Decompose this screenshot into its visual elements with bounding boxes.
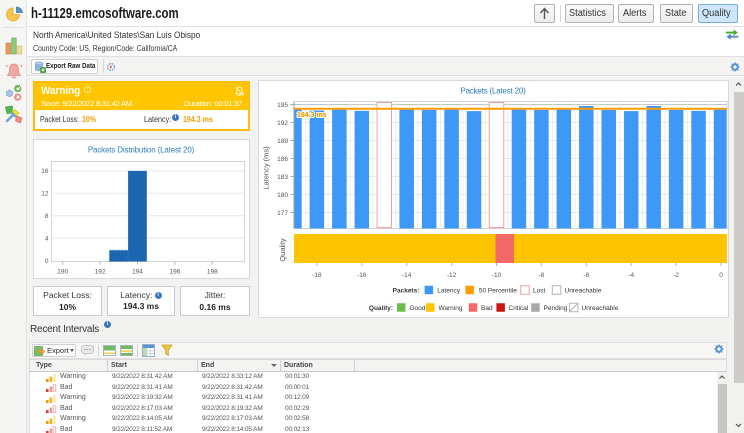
svg-text:-6: -6 <box>583 272 589 279</box>
svg-text:194.3 ms: 194.3 ms <box>297 112 327 119</box>
svg-text:192: 192 <box>95 269 106 276</box>
svg-text:-14: -14 <box>402 272 412 279</box>
svg-text:-10: -10 <box>492 272 502 279</box>
svg-text:194: 194 <box>132 269 143 276</box>
svg-text:198: 198 <box>207 269 218 276</box>
svg-text:196: 196 <box>169 269 180 276</box>
svg-text:183: 183 <box>277 174 288 181</box>
svg-text:Critical: Critical <box>509 305 529 312</box>
svg-text:-16: -16 <box>357 272 367 279</box>
svg-text:Warning: Warning <box>439 305 463 312</box>
svg-text:Latency: Latency <box>437 287 461 294</box>
svg-text:186: 186 <box>277 156 288 163</box>
svg-text:16: 16 <box>41 168 49 175</box>
svg-text:4: 4 <box>45 235 49 242</box>
svg-text:177: 177 <box>277 210 288 217</box>
svg-text:Pending: Pending <box>544 305 568 312</box>
svg-text:180: 180 <box>277 192 288 199</box>
svg-text:Lost: Lost <box>533 287 545 294</box>
svg-text:190: 190 <box>57 269 68 276</box>
svg-text:-12: -12 <box>447 272 457 279</box>
svg-text:Packets Distribution (Latest 2: Packets Distribution (Latest 20) <box>88 146 195 155</box>
svg-text:Quality: Quality <box>278 238 287 262</box>
svg-text:-2: -2 <box>673 272 679 279</box>
svg-text:-18: -18 <box>312 272 322 279</box>
svg-text:12: 12 <box>41 191 49 198</box>
svg-text:Packets (Latest 20): Packets (Latest 20) <box>460 87 526 96</box>
svg-text:Latency (ms): Latency (ms) <box>261 146 270 190</box>
svg-text:195: 195 <box>277 102 288 109</box>
svg-text:189: 189 <box>277 138 288 145</box>
svg-text:Bad: Bad <box>481 305 493 312</box>
svg-text:Good: Good <box>410 305 426 312</box>
svg-text:Unreachable: Unreachable <box>582 305 619 312</box>
svg-text:0: 0 <box>45 258 49 265</box>
svg-text:Packets:: Packets: <box>393 287 420 294</box>
svg-text:8: 8 <box>45 213 49 220</box>
svg-text:-8: -8 <box>539 272 545 279</box>
svg-text:-4: -4 <box>628 272 634 279</box>
svg-text:192: 192 <box>277 120 288 127</box>
svg-text:Quality:: Quality: <box>369 305 393 312</box>
svg-text:50 Percentile: 50 Percentile <box>479 287 517 294</box>
svg-text:Unreachable: Unreachable <box>565 287 602 294</box>
svg-text:0: 0 <box>719 272 723 279</box>
